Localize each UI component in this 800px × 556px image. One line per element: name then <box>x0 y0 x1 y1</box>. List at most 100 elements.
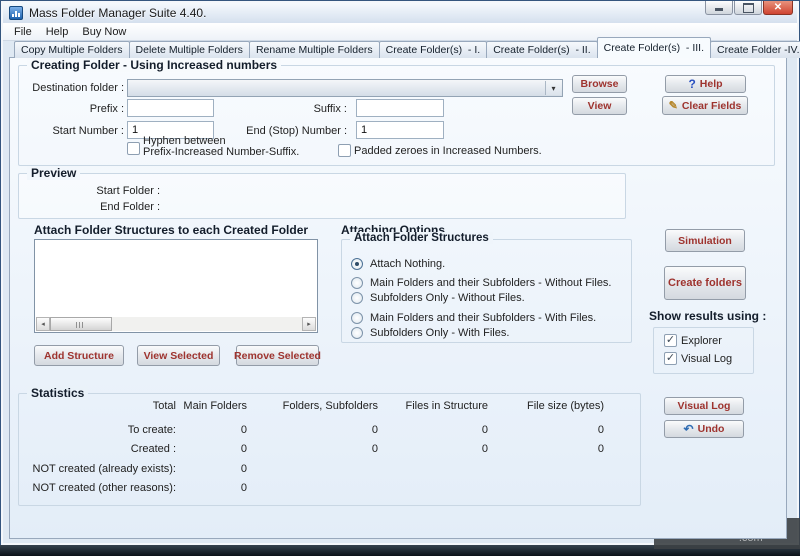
app-logo-icon <box>9 6 23 20</box>
tab-strip: Copy Multiple Folders Delete Multiple Fo… <box>9 37 800 58</box>
maximize-icon[interactable] <box>734 1 762 15</box>
view-selected-button[interactable]: View Selected <box>137 345 220 366</box>
suffix-input[interactable] <box>356 99 444 117</box>
create-folders-label: Create folders <box>668 277 742 289</box>
suffix-label: Suffix : <box>313 103 347 115</box>
stat-col-main-folders: Main Folders <box>183 400 247 412</box>
undo-button[interactable]: ↶ Undo <box>664 420 744 438</box>
radio-icon[interactable] <box>351 258 363 270</box>
radio-icon[interactable] <box>351 327 363 339</box>
simulation-button[interactable]: Simulation <box>665 229 745 252</box>
browse-button-label: Browse <box>580 78 619 90</box>
preview-group-title: Preview <box>27 166 81 180</box>
app-window: Mass Folder Manager Suite 4.40. ✕ File H… <box>0 0 800 546</box>
radio-main-subfolders-without-files[interactable]: Main Folders and their Subfolders - With… <box>351 276 612 290</box>
help-button[interactable]: ? Help <box>665 75 746 93</box>
explorer-checkbox-label: Explorer <box>681 335 722 347</box>
simulation-label: Simulation <box>678 234 732 247</box>
create-folders-button[interactable]: Create folders <box>664 266 746 300</box>
destination-folder-combobox[interactable]: ▾ <box>127 79 563 97</box>
tab-create-folders-1[interactable]: Create Folder(s) - I. <box>378 41 488 58</box>
stat-row-label: Created : <box>130 443 176 455</box>
stat-cell: 0 <box>240 424 247 436</box>
stat-cell: 0 <box>240 482 247 494</box>
add-structure-button[interactable]: Add Structure <box>34 345 124 366</box>
remove-selected-label: Remove Selected <box>234 349 321 362</box>
close-icon[interactable]: ✕ <box>763 1 793 15</box>
radio-subfolders-only-with-files[interactable]: Subfolders Only - With Files. <box>351 326 509 340</box>
radio-icon[interactable] <box>351 277 363 289</box>
stat-cell: 0 <box>481 443 488 455</box>
preview-end-folder-label: End Folder : <box>100 201 160 213</box>
scrollbar-thumb[interactable] <box>50 317 112 331</box>
statistics-group-title: Statistics <box>27 386 89 400</box>
prefix-label: Prefix : <box>89 103 124 115</box>
tab-create-folders-4[interactable]: Create Folder -IV. <box>710 41 800 58</box>
stat-cell <box>378 463 488 475</box>
tab-copy-multiple-folders[interactable]: Copy Multiple Folders <box>14 41 130 58</box>
stat-cell: 0 <box>240 443 247 455</box>
stat-cell: 0 <box>371 424 378 436</box>
radio-label: Subfolders Only - Without Files. <box>370 292 525 304</box>
structures-horizontal-scrollbar[interactable]: ◂ ▸ <box>36 317 316 331</box>
visual-log-checkbox-label: Visual Log <box>681 353 733 365</box>
title-bar: Mass Folder Manager Suite 4.40. <box>3 3 797 23</box>
screenshot-root: Mass Folder Manager Suite 4.40. ✕ File H… <box>0 0 800 556</box>
preview-start-folder-label: Start Folder : <box>96 185 160 197</box>
scroll-left-icon[interactable]: ◂ <box>36 317 50 331</box>
stat-cell: 0 <box>240 463 247 475</box>
stat-cell <box>488 482 604 494</box>
tab-delete-multiple-folders[interactable]: Delete Multiple Folders <box>128 41 250 58</box>
explorer-checkbox[interactable]: ✓ <box>664 334 677 347</box>
clear-fields-button-label: Clear Fields <box>681 99 742 112</box>
brush-icon: ✎ <box>668 100 678 112</box>
browse-button[interactable]: Browse <box>572 75 627 93</box>
stat-row-label: NOT created (other reasons): <box>32 482 176 494</box>
radio-icon[interactable] <box>351 312 363 324</box>
statistics-row-to-create: To create: 0 0 0 0 <box>23 424 636 436</box>
window-controls: ✕ <box>704 1 793 15</box>
radio-main-subfolders-with-files[interactable]: Main Folders and their Subfolders - With… <box>351 311 596 325</box>
stat-col-total: Total <box>152 400 176 412</box>
add-structure-label: Add Structure <box>43 349 114 362</box>
chevron-down-icon[interactable]: ▾ <box>545 81 561 95</box>
visual-log-checkbox[interactable]: ✓ <box>664 352 677 365</box>
attach-structures-title: Attach Folder Structures to each Created… <box>34 223 309 237</box>
stat-cell <box>247 463 378 475</box>
start-number-label: Start Number : <box>52 125 124 137</box>
tab-page-create-folders-3: Creating Folder - Using Increased number… <box>9 57 787 539</box>
question-mark-icon: ? <box>688 77 696 91</box>
radio-subfolders-only-without-files[interactable]: Subfolders Only - Without Files. <box>351 291 525 305</box>
remove-selected-button[interactable]: Remove Selected <box>234 345 321 366</box>
end-number-input[interactable] <box>356 121 444 139</box>
padded-zeroes-label: Padded zeroes in Increased Numbers. <box>354 145 542 157</box>
stat-cell: 0 <box>371 443 378 455</box>
statistics-group: Statistics Total Main Folders Folders, S… <box>18 386 641 506</box>
tab-create-folders-2[interactable]: Create Folder(s) - II. <box>486 41 598 58</box>
creating-folder-group-title: Creating Folder - Using Increased number… <box>27 58 282 72</box>
structures-listbox[interactable]: ◂ ▸ <box>34 239 318 333</box>
clear-fields-button[interactable]: ✎ Clear Fields <box>662 96 748 115</box>
stat-cell <box>378 482 488 494</box>
visual-log-button[interactable]: Visual Log <box>664 397 744 415</box>
hyphen-checkbox[interactable] <box>127 142 140 155</box>
stat-cell: 0 <box>597 424 604 436</box>
scroll-right-icon[interactable]: ▸ <box>302 317 316 331</box>
padded-zeroes-checkbox[interactable] <box>338 144 351 157</box>
prefix-input[interactable] <box>127 99 214 117</box>
undo-button-label: Undo <box>697 423 725 435</box>
tab-create-folders-3[interactable]: Create Folder(s) - III. <box>596 37 711 58</box>
tab-rename-multiple-folders[interactable]: Rename Multiple Folders <box>248 41 380 58</box>
radio-attach-nothing[interactable]: Attach Nothing. <box>351 257 445 271</box>
stat-col-files-in-structure: Files in Structure <box>405 400 488 412</box>
undo-arrow-icon: ↶ <box>683 422 694 436</box>
hyphen-label-line2: Prefix-Increased Number-Suffix. <box>143 146 300 158</box>
view-button-label: View <box>587 100 612 112</box>
radio-icon[interactable] <box>351 292 363 304</box>
minimize-icon[interactable] <box>705 1 733 15</box>
show-results-label: Show results using : <box>649 309 767 323</box>
stat-cell <box>488 463 604 475</box>
view-button[interactable]: View <box>572 97 627 115</box>
attach-folder-structures-group-title: Attach Folder Structures <box>350 232 493 244</box>
hyphen-checkbox-label: Hyphen between Prefix-Increased Number-S… <box>143 136 299 158</box>
